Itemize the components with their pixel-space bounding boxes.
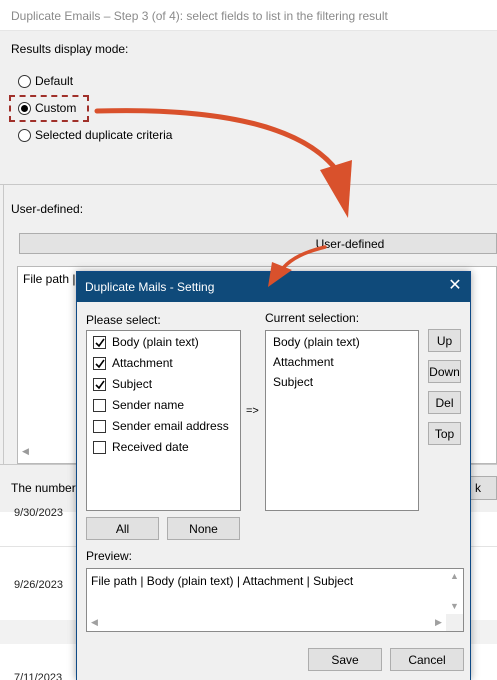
available-fields-list: Body (plain text) Attachment Subject Sen… <box>86 330 241 511</box>
field-option[interactable]: Body (plain text) <box>93 334 199 350</box>
background-status-text: The number <box>11 481 76 495</box>
preview-text: File path | Body (plain text) | Attachme… <box>91 574 354 588</box>
close-icon[interactable]: ✕ <box>447 277 463 295</box>
user-defined-label: User-defined: <box>11 202 84 216</box>
preview-label: Preview: <box>86 549 133 563</box>
email-date: 9/30/2023 <box>14 507 63 519</box>
field-option-label: Received date <box>112 440 189 454</box>
field-checkbox[interactable] <box>93 356 106 370</box>
save-button[interactable]: Save <box>308 648 382 671</box>
background-window-title: Duplicate Emails – Step 3 (of 4): select… <box>11 9 388 23</box>
field-option[interactable]: Received date <box>93 439 189 455</box>
field-option-label: Sender name <box>112 398 185 412</box>
background-window-titlebar: Duplicate Emails – Step 3 (of 4): select… <box>0 0 497 31</box>
down-button[interactable]: Down <box>428 360 461 383</box>
check-icon <box>95 338 105 347</box>
field-option-label: Body (plain text) <box>112 335 199 349</box>
field-checkbox[interactable] <box>93 440 106 454</box>
field-checkbox[interactable] <box>93 377 106 391</box>
current-selection-item[interactable]: Subject <box>273 375 313 389</box>
field-option[interactable]: Sender name <box>93 397 184 413</box>
field-checkbox[interactable] <box>93 398 106 412</box>
radio-default[interactable]: Default <box>18 73 73 89</box>
down-button-label: Down <box>429 365 460 379</box>
modal-title: Duplicate Mails - Setting <box>85 280 215 294</box>
radio-selected-duplicate-criteria[interactable]: Selected duplicate criteria <box>18 127 172 143</box>
scrollbar-corner <box>446 614 463 631</box>
email-date: 7/11/2023 <box>14 672 63 680</box>
radio-selected-duplicate-criteria-label: Selected duplicate criteria <box>35 128 173 142</box>
del-button[interactable]: Del <box>428 391 461 414</box>
up-button[interactable]: Up <box>428 329 461 352</box>
current-selection-label: Current selection: <box>265 311 360 325</box>
radio-default-button[interactable] <box>18 74 31 88</box>
none-button-label: None <box>189 522 218 536</box>
scroll-down-icon[interactable]: ▼ <box>450 601 459 611</box>
results-display-mode-label: Results display mode: <box>11 42 129 56</box>
preview-vertical-scrollbar[interactable]: ▲ ▼ <box>446 569 463 615</box>
field-option[interactable]: Subject <box>93 376 152 392</box>
top-button-label: Top <box>434 427 455 441</box>
radio-default-label: Default <box>35 74 74 88</box>
cancel-button[interactable]: Cancel <box>390 648 464 671</box>
user-defined-column-header[interactable]: User-defined <box>19 233 497 254</box>
check-icon <box>95 380 105 389</box>
field-checkbox[interactable] <box>93 335 106 349</box>
field-option-label: Attachment <box>112 356 173 370</box>
all-button-label: All <box>115 522 130 536</box>
check-icon <box>95 359 105 368</box>
scroll-up-icon[interactable]: ▲ <box>450 571 459 581</box>
field-checkbox[interactable] <box>93 419 106 433</box>
duplicate-mails-setting-dialog: Duplicate Mails - Setting ✕ Please selec… <box>76 271 471 680</box>
none-button[interactable]: None <box>167 517 240 540</box>
field-option[interactable]: Attachment <box>93 355 173 371</box>
scroll-right-icon[interactable]: ▶ <box>435 617 442 628</box>
background-next-button-label: k <box>475 481 481 495</box>
scroll-left-icon[interactable]: ◀ <box>91 617 98 628</box>
del-button-label: Del <box>435 396 454 410</box>
preview-horizontal-scrollbar[interactable]: ◀ ▶ <box>87 614 447 631</box>
user-defined-header-label: User-defined <box>315 237 385 251</box>
add-arrow-label: => <box>246 405 259 417</box>
user-defined-list-text: File path | <box>23 272 76 286</box>
up-button-label: Up <box>436 334 453 348</box>
field-option[interactable]: Sender email address <box>93 418 229 434</box>
field-option-label: Sender email address <box>112 419 229 433</box>
custom-highlight-box <box>9 95 89 122</box>
current-selection-list[interactable]: Body (plain text) Attachment Subject <box>265 330 419 511</box>
scroll-left-icon[interactable]: ◀ <box>22 446 29 457</box>
please-select-label: Please select: <box>86 313 161 327</box>
preview-textbox[interactable]: File path | Body (plain text) | Attachme… <box>86 568 464 632</box>
cancel-button-label: Cancel <box>408 653 446 667</box>
email-date: 9/26/2023 <box>14 579 63 591</box>
top-button[interactable]: Top <box>428 422 461 445</box>
all-button[interactable]: All <box>86 517 159 540</box>
current-selection-item[interactable]: Attachment <box>273 355 334 369</box>
modal-titlebar: Duplicate Mails - Setting ✕ <box>77 272 470 302</box>
current-selection-item[interactable]: Body (plain text) <box>273 335 360 349</box>
save-button-label: Save <box>331 653 359 667</box>
radio-selected-duplicate-criteria-button[interactable] <box>18 128 31 142</box>
field-option-label: Subject <box>112 377 153 391</box>
